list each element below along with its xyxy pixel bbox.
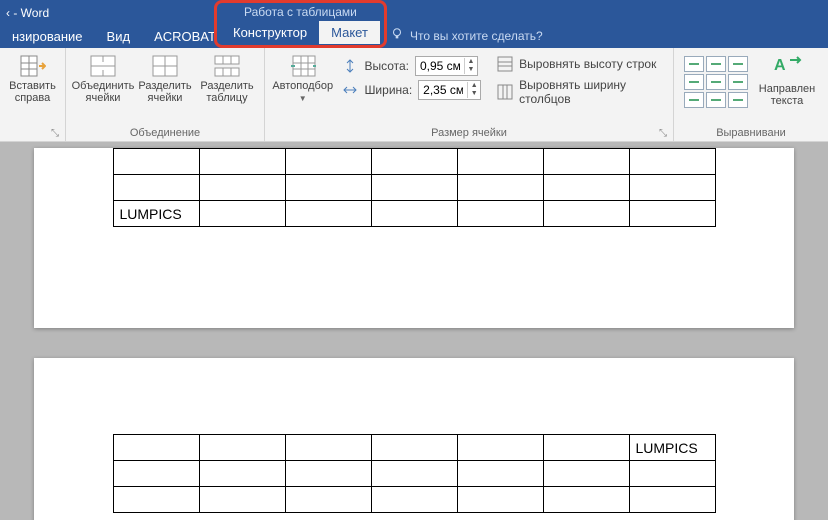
width-input[interactable]: ▲▼ — [418, 80, 481, 100]
page-2: LUMPICS — [34, 358, 794, 520]
tab-review[interactable]: нзирование — [0, 25, 95, 48]
table-tools-highlight: Работа с таблицами Конструктор Макет — [214, 0, 387, 48]
spin-up-icon[interactable]: ▲ — [468, 82, 480, 90]
height-input[interactable]: ▲▼ — [415, 56, 478, 76]
page-1: LUMPICS — [34, 148, 794, 328]
table-2[interactable]: LUMPICS — [113, 434, 716, 513]
table-row — [113, 149, 715, 175]
dialog-launcher-icon[interactable]: ⤡ — [51, 128, 63, 141]
cell-lumpics[interactable]: LUMPICS — [629, 435, 715, 461]
autofit-icon — [290, 54, 316, 78]
table-tools-title: Работа с таблицами — [221, 5, 380, 21]
cell-size-group-label: Размер ячейки — [431, 127, 507, 141]
group-rows-cols-partial: Вставитьсправа ⤡ — [0, 48, 66, 141]
distribute-cols-icon — [497, 84, 513, 100]
svg-text:A: A — [774, 57, 786, 74]
col-width-icon — [342, 82, 358, 98]
align-mid-left[interactable] — [684, 74, 704, 90]
insert-right-icon — [20, 54, 46, 78]
dialog-launcher-icon[interactable]: ⤡ — [659, 128, 671, 141]
tell-me-box[interactable]: Что вы хотите сделать? — [390, 27, 543, 44]
row-height-icon — [342, 58, 358, 74]
table-row — [113, 175, 715, 201]
document-area[interactable]: LUMPICS LUMPICS — [0, 142, 828, 520]
text-direction-button[interactable]: A Направлентекста — [752, 52, 822, 107]
tell-me-placeholder: Что вы хотите сделать? — [410, 29, 543, 43]
table-row — [113, 461, 715, 487]
split-table-icon — [214, 54, 240, 78]
align-bot-left[interactable] — [684, 92, 704, 108]
ribbon: Вставитьсправа ⤡ Объединитьячейки Раздел… — [0, 48, 828, 142]
chevron-down-icon: ▼ — [299, 94, 307, 103]
split-table-button[interactable]: Разделитьтаблицу — [196, 52, 258, 104]
split-cells-button[interactable]: Разделитьячейки — [134, 52, 196, 104]
group-merge: Объединитьячейки Разделитьячейки Раздели… — [66, 48, 265, 141]
group-cell-size: Автоподбор▼ Высота: ▲▼ Ширина: ▲▼ — [265, 48, 674, 141]
group-alignment: A Направлентекста Выравнивани — [674, 48, 828, 141]
tab-view[interactable]: Вид — [95, 25, 143, 48]
align-mid-center[interactable] — [706, 74, 726, 90]
merge-cells-icon — [90, 54, 116, 78]
align-top-center[interactable] — [706, 56, 726, 72]
align-bot-right[interactable] — [728, 92, 748, 108]
spin-down-icon[interactable]: ▼ — [468, 90, 480, 98]
width-field[interactable] — [419, 83, 467, 97]
height-label: Высота: — [364, 59, 409, 73]
merge-cells-button[interactable]: Объединитьячейки — [72, 52, 134, 104]
distribute-rows-icon — [497, 56, 513, 72]
table-row: LUMPICS — [113, 201, 715, 227]
autofit-button[interactable]: Автоподбор▼ — [271, 52, 334, 105]
alignment-grid — [680, 52, 752, 112]
title-bar: ‹ - Word нзирование Вид ACROBAT Работа с… — [0, 0, 828, 48]
table-row: LUMPICS — [113, 435, 715, 461]
text-direction-icon: A — [772, 54, 802, 81]
align-bot-center[interactable] — [706, 92, 726, 108]
split-cells-icon — [152, 54, 178, 78]
distribute-cols-button[interactable]: Выровнять ширину столбцов — [497, 78, 659, 106]
height-field[interactable] — [416, 59, 464, 73]
align-top-right[interactable] — [728, 56, 748, 72]
tab-layout[interactable]: Макет — [319, 21, 380, 44]
table-1[interactable]: LUMPICS — [113, 148, 716, 227]
merge-group-label: Объединение — [130, 127, 200, 141]
align-top-left[interactable] — [684, 56, 704, 72]
lightbulb-icon — [390, 27, 404, 44]
alignment-group-label: Выравнивани — [716, 127, 786, 141]
cell-lumpics[interactable]: LUMPICS — [113, 201, 199, 227]
align-mid-right[interactable] — [728, 74, 748, 90]
insert-right-button[interactable]: Вставитьсправа — [6, 52, 59, 104]
table-row — [113, 487, 715, 513]
spin-up-icon[interactable]: ▲ — [465, 58, 477, 66]
spin-down-icon[interactable]: ▼ — [465, 66, 477, 74]
tab-design[interactable]: Конструктор — [221, 21, 319, 44]
app-title: ‹ - Word — [0, 0, 828, 20]
width-label: Ширина: — [364, 83, 412, 97]
distribute-rows-button[interactable]: Выровнять высоту строк — [497, 56, 659, 72]
